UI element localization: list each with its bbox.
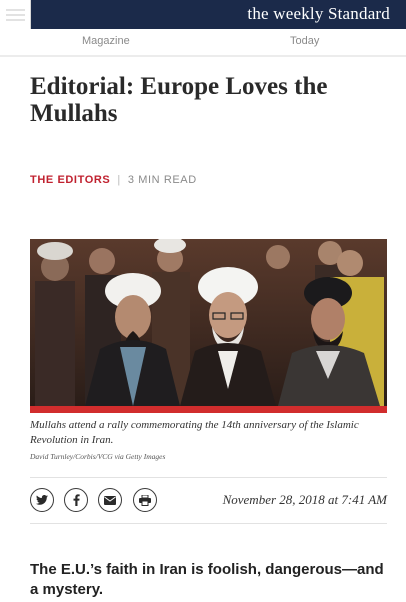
article-dek: The E.U.’s faith in Iran is foolish, dan… [30,561,384,598]
divider [30,523,387,524]
tab-magazine[interactable]: Magazine [82,35,130,47]
menu-line [6,19,25,21]
twitter-icon [36,495,48,505]
tab-today[interactable]: Today [290,35,319,47]
author-link[interactable]: THE EDITORS [30,174,110,186]
image-accent-bar [30,406,387,413]
email-icon [104,495,116,505]
top-bar: the weekly Standard [0,0,406,29]
read-time: 3 MIN READ [127,174,197,186]
byline: THE EDITORS | 3 MIN READ [30,174,197,186]
image-credit: David Turnley/Corbis/VCG via Getty Image… [30,452,166,461]
image-caption: Mullahs attend a rally commemorating the… [30,419,359,446]
section-nav: Magazine Today [0,29,406,57]
print-button[interactable] [133,488,157,512]
print-icon [139,494,151,506]
lead-image [30,239,387,406]
article-title: Editorial: Europe Loves the Mullahs [30,73,328,127]
twitter-share-button[interactable] [30,488,54,512]
site-logo[interactable]: the weekly Standard [247,4,390,24]
byline-separator: | [117,174,121,186]
facebook-icon [73,494,80,506]
facebook-share-button[interactable] [64,488,88,512]
publish-date: November 28, 2018 at 7:41 AM [222,492,387,507]
email-share-button[interactable] [98,488,122,512]
menu-line [6,14,25,16]
hamburger-menu-icon[interactable] [0,0,31,29]
divider [30,477,387,478]
menu-line [6,9,25,11]
